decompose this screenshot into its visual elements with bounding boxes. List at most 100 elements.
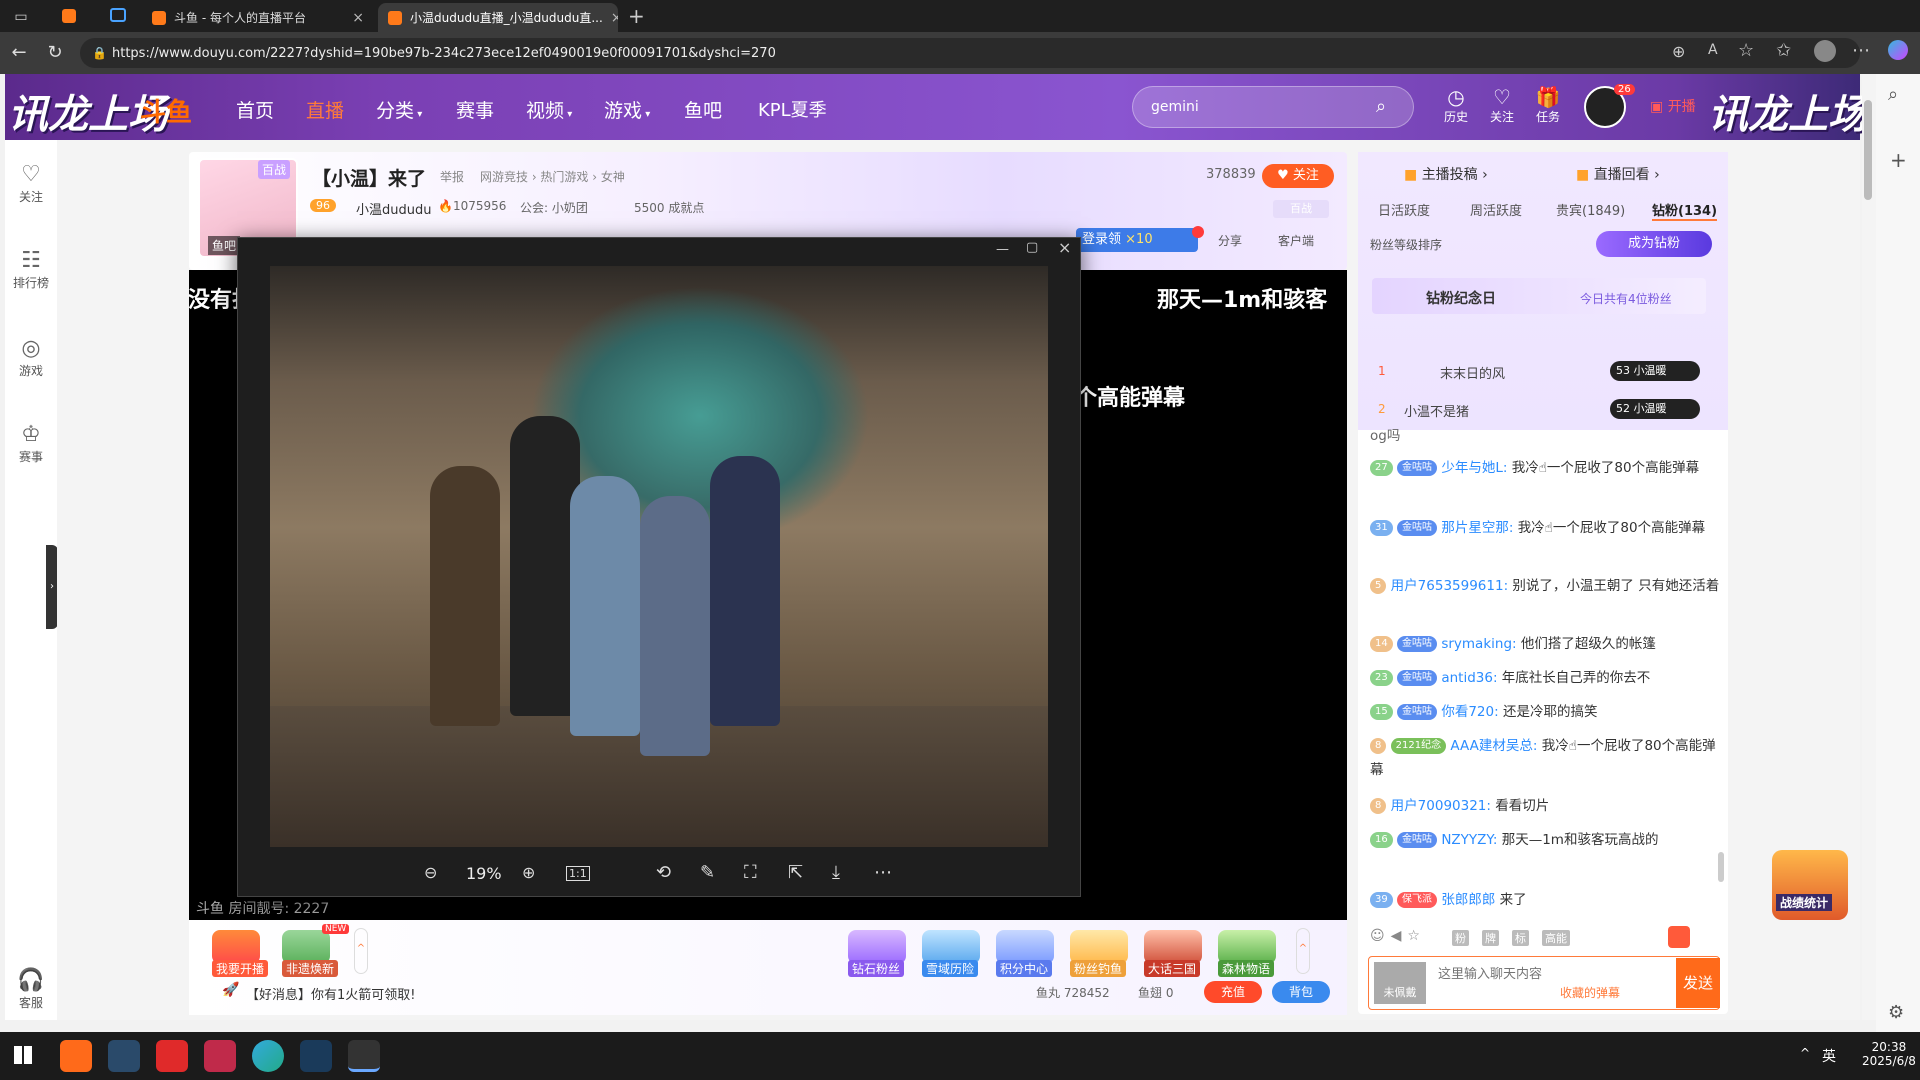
three-kingdoms-icon[interactable] [1144, 930, 1202, 964]
tool-high-energy[interactable]: 高能 [1542, 930, 1570, 946]
tab-weekly[interactable]: 周活跃度 [1470, 200, 1522, 219]
copilot-icon[interactable] [1888, 40, 1908, 60]
fan-fishing-icon[interactable] [1070, 930, 1128, 964]
zoom-in-icon[interactable]: ⊕ [522, 863, 535, 882]
read-aloud-icon[interactable]: A [1708, 42, 1718, 58]
share-icon[interactable]: ⇱ [788, 862, 803, 883]
nav-category[interactable]: 分类 ▾ [376, 96, 422, 123]
stats-widget-label[interactable]: 战绩统计 [1776, 894, 1833, 911]
tab-group-icon[interactable] [110, 8, 126, 22]
send-button[interactable]: 发送 [1676, 958, 1720, 1008]
not-worn-badge[interactable]: 未佩戴 [1374, 962, 1426, 1004]
follow-button[interactable]: ♥ 关注 [1262, 164, 1334, 188]
viewer-photo[interactable] [270, 266, 1048, 847]
heritage-icon[interactable] [282, 930, 330, 964]
snow-adventure-label[interactable]: 雪域历险 [922, 960, 979, 977]
chat-username[interactable]: AAA建材吴总: [1450, 738, 1537, 754]
tool-fan[interactable]: 粉 [1452, 930, 1469, 946]
diamond-fan-label[interactable]: 钻石粉丝 [848, 960, 905, 977]
favorite-danmaku-link[interactable]: 收藏的弹幕 [1560, 984, 1620, 1001]
actual-size-icon[interactable]: 1:1 [566, 866, 590, 881]
sidebar-item-service[interactable]: 🎧 客服 [5, 968, 57, 1011]
post-link[interactable]: ■ 主播投稿 › [1404, 164, 1488, 184]
tab-vip[interactable]: 贵宾(1849) [1556, 200, 1625, 219]
follow-header-button[interactable]: ♡ 关注 [1482, 86, 1522, 125]
app-icon[interactable] [204, 1040, 236, 1072]
expand-up-icon[interactable]: ^ [1296, 928, 1310, 974]
tool-mark[interactable]: 标 [1512, 930, 1529, 946]
become-diamond-fan-button[interactable]: 成为钻粉 [1596, 231, 1712, 257]
chat-username[interactable]: srymaking: [1441, 636, 1516, 652]
nav-events[interactable]: 赛事 [456, 96, 494, 123]
task-button[interactable]: 🎁 任务 [1528, 86, 1568, 125]
nav-games[interactable]: 游戏 ▾ [604, 96, 650, 123]
share-button[interactable]: 分享 [1218, 232, 1242, 249]
add-icon[interactable]: + [1890, 148, 1907, 172]
douyu-logo[interactable]: 斗鱼 [140, 92, 192, 129]
points-center-icon[interactable] [996, 930, 1054, 964]
rotate-icon[interactable]: ⟲ [656, 862, 671, 883]
more-icon[interactable]: ⋯ [1852, 40, 1870, 61]
search-icon[interactable]: ⌕ [1376, 96, 1386, 117]
settings-icon[interactable]: ⚙ [1888, 1002, 1904, 1023]
chat-username[interactable]: 张郎郎郎 [1441, 892, 1495, 908]
new-tab-icon[interactable]: + [628, 4, 645, 28]
close-icon[interactable]: × [352, 10, 364, 26]
clock[interactable]: 20:38 2025/6/8 [1862, 1040, 1916, 1068]
tab-daily[interactable]: 日活跃度 [1378, 200, 1430, 219]
sidebar-item-game[interactable]: ◎ 游戏 [5, 336, 57, 379]
nav-fishbar[interactable]: 鱼吧 [684, 96, 722, 123]
expand-up-icon[interactable]: ^ [354, 928, 368, 974]
rank-name[interactable]: 末末日的风 [1440, 363, 1505, 382]
chat-username[interactable]: 那片星空那: [1441, 520, 1513, 536]
netease-music-icon[interactable] [156, 1040, 188, 1072]
tray-chevron-icon[interactable]: ^ [1800, 1046, 1810, 1060]
tab-stream[interactable]: 小温dududu直播_小温dududu直... × [378, 3, 618, 32]
url-field[interactable]: https://www.douyu.com/2227?dyshid=190be9… [80, 38, 1860, 68]
rank-sort-label[interactable]: 粉丝等级排序 [1370, 236, 1442, 253]
tab-douyu-home[interactable]: 斗鱼 - 每个人的直播平台 × [142, 3, 374, 32]
edit-icon[interactable]: ✎ [700, 862, 715, 883]
chat-input[interactable] [1438, 962, 1648, 986]
three-kingdoms-label[interactable]: 大话三国 [1144, 960, 1201, 977]
favorites-icon[interactable]: ✩ [1776, 40, 1791, 61]
lock-icon[interactable]: 🔒 [92, 46, 107, 60]
ime-indicator[interactable]: 英 [1822, 1046, 1836, 1066]
reload-icon[interactable]: ↻ [40, 38, 70, 68]
zoom-out-icon[interactable]: ⊖ [424, 863, 437, 882]
sidebar-item-events[interactable]: ♔ 赛事 [5, 422, 57, 465]
douyu-app-icon[interactable] [60, 1040, 92, 1072]
nav-kpl[interactable]: KPL夏季 [758, 96, 827, 122]
backpack-button[interactable]: 背包 [1272, 981, 1330, 1003]
nav-home[interactable]: 首页 [236, 96, 274, 123]
start-stream-icon[interactable] [212, 930, 260, 964]
replay-link[interactable]: ■ 直播回看 › [1576, 164, 1660, 184]
nav-video[interactable]: 视频 ▾ [526, 96, 572, 123]
horn-icon[interactable]: ◀ [1391, 928, 1408, 944]
sidebar-item-rank[interactable]: ☷ 排行榜 [5, 248, 57, 291]
red-packet-icon[interactable] [1668, 926, 1690, 948]
back-icon[interactable]: ← [4, 38, 34, 68]
qq-icon[interactable] [348, 1040, 380, 1072]
search-icon[interactable]: ⌕ [1888, 84, 1898, 105]
close-icon[interactable]: × [1058, 238, 1071, 257]
chat-scrollbar[interactable] [1718, 852, 1724, 882]
window-menu-icon[interactable]: ▭ [6, 2, 36, 32]
maximize-icon[interactable]: ▢ [1026, 240, 1038, 255]
notice-text[interactable]: 【好消息】你有1火箭可领取! [246, 984, 415, 1003]
favorite-star-icon[interactable]: ☆ [1738, 40, 1754, 61]
search-input[interactable]: gemini [1132, 86, 1414, 128]
profile-avatar[interactable] [1814, 40, 1836, 62]
streamer-name[interactable]: 小温dududu [356, 199, 431, 218]
fishbar-link[interactable]: 鱼吧 [208, 236, 241, 255]
sidebar-item-follow[interactable]: ♡ 关注 [5, 162, 57, 205]
recharge-button[interactable]: 充值 [1204, 981, 1262, 1003]
snow-adventure-icon[interactable] [922, 930, 980, 964]
client-button[interactable]: 客户端 [1278, 232, 1314, 249]
tool-plate[interactable]: 牌 [1482, 930, 1499, 946]
chat-username[interactable]: antid36: [1441, 670, 1497, 686]
chat-username[interactable]: 用户70090321: [1391, 798, 1491, 814]
douyu-favicon[interactable] [62, 9, 76, 23]
points-center-label[interactable]: 积分中心 [996, 960, 1053, 977]
rank-name[interactable]: 小温不是猪 [1404, 401, 1469, 420]
